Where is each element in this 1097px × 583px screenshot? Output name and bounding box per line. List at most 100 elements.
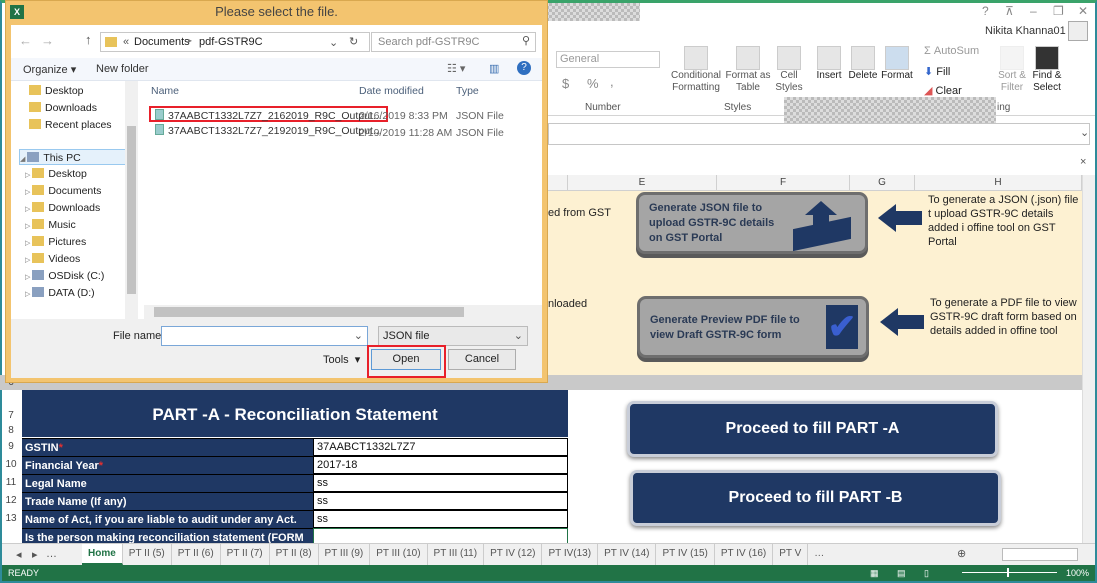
cancel-button[interactable]: Cancel bbox=[448, 349, 516, 370]
expand-icon[interactable]: ▷ bbox=[25, 172, 32, 179]
back-icon[interactable]: ← bbox=[19, 33, 32, 48]
nav-item[interactable]: ▷ Pictures bbox=[25, 234, 86, 250]
cell-styles-button[interactable]: Cell Styles bbox=[772, 46, 806, 94]
avatar[interactable] bbox=[1068, 21, 1088, 41]
nav-item[interactable]: ▷ Downloads bbox=[25, 200, 100, 216]
zoom-level[interactable]: 100% bbox=[1066, 565, 1089, 581]
sheet-tab[interactable]: PT II (8) bbox=[270, 544, 319, 565]
column-name[interactable]: Name bbox=[151, 85, 179, 97]
normal-view-icon[interactable]: ▦ bbox=[870, 565, 879, 581]
expand-icon[interactable]: ▷ bbox=[25, 291, 32, 298]
sheet-tab[interactable]: PT IV(13) bbox=[542, 544, 599, 565]
field-value-cell[interactable]: 2017-18 bbox=[313, 456, 568, 474]
generate-pdf-button[interactable]: Generate Preview PDF file to view Draft … bbox=[637, 296, 869, 358]
expand-formula-icon[interactable]: ⌄ bbox=[1080, 126, 1089, 139]
expand-icon[interactable]: ▷ bbox=[25, 240, 32, 247]
column-header-h[interactable]: H bbox=[915, 175, 1082, 191]
percent-button[interactable]: % bbox=[587, 76, 599, 91]
nav-item[interactable]: Downloads bbox=[29, 100, 97, 116]
nav-item[interactable]: ◢ This PC bbox=[19, 149, 129, 165]
format-button[interactable]: Format bbox=[880, 46, 914, 82]
page-layout-icon[interactable]: ▤ bbox=[897, 565, 906, 581]
sheet-tab[interactable]: PT III (11) bbox=[428, 544, 485, 565]
tab-prev-icon[interactable]: ◂ bbox=[16, 548, 22, 561]
sheet-tab[interactable]: PT II (6) bbox=[172, 544, 221, 565]
row-number[interactable]: 12 bbox=[0, 495, 22, 506]
search-input[interactable]: Search pdf-GSTR9C bbox=[371, 32, 536, 52]
new-folder-button[interactable]: New folder bbox=[96, 63, 149, 75]
breadcrumb-documents[interactable]: Documents bbox=[134, 36, 190, 48]
breadcrumb-folder[interactable]: pdf-GSTR9C bbox=[199, 36, 263, 48]
chevron-down-icon[interactable]: ⌄ bbox=[354, 329, 363, 342]
expand-icon[interactable]: ▷ bbox=[25, 189, 32, 196]
row-number[interactable]: 11 bbox=[0, 477, 22, 488]
chevron-down-icon[interactable]: ⌄ bbox=[329, 36, 338, 49]
row-number[interactable]: 13 bbox=[0, 513, 22, 524]
nav-item[interactable]: ▷ OSDisk (C:) bbox=[25, 268, 104, 284]
expand-icon[interactable]: ▷ bbox=[25, 206, 32, 213]
proceed-part-a-button[interactable]: Proceed to fill PART -A bbox=[627, 401, 998, 457]
comma-button[interactable]: , bbox=[610, 74, 614, 89]
nav-item[interactable]: ▷ Videos bbox=[25, 251, 80, 267]
file-item[interactable]: 37AABCT1332L7Z7_2162019_R9C_Output... bbox=[149, 106, 388, 122]
vertical-scrollbar[interactable] bbox=[1082, 175, 1095, 543]
sheet-tab[interactable]: PT IV (12) bbox=[484, 544, 543, 565]
horizontal-scrollbar[interactable] bbox=[1002, 548, 1078, 561]
nav-item[interactable]: ▷ Desktop bbox=[25, 166, 87, 182]
currency-button[interactable]: $ bbox=[562, 76, 569, 91]
column-date-modified[interactable]: Date modified bbox=[359, 85, 424, 97]
sort-filter-button[interactable]: Sort & Filter bbox=[996, 46, 1028, 94]
format-as-table-button[interactable]: Format as Table bbox=[724, 46, 772, 94]
field-value-cell[interactable]: ss bbox=[313, 492, 568, 510]
fill-button[interactable]: ⬇ Fill bbox=[924, 65, 950, 78]
expand-icon[interactable]: ▷ bbox=[25, 223, 32, 230]
row-number[interactable]: 9 bbox=[0, 441, 22, 452]
delete-button[interactable]: Delete bbox=[847, 46, 879, 82]
nav-scrollbar[interactable] bbox=[125, 81, 138, 319]
row-number[interactable]: 8 bbox=[0, 425, 22, 436]
sheet-tab[interactable]: PT II (5) bbox=[123, 544, 172, 565]
refresh-icon[interactable]: ↻ bbox=[349, 35, 358, 48]
add-sheet-icon[interactable]: ⊕ bbox=[957, 547, 966, 560]
field-value-cell[interactable]: ss bbox=[313, 510, 568, 528]
conditional-formatting-button[interactable]: Conditional Formatting bbox=[670, 46, 722, 94]
ribbon-display-icon[interactable]: ⊼ bbox=[1005, 4, 1014, 18]
field-value-cell[interactable]: 37AABCT1332L7Z7 bbox=[313, 438, 568, 456]
nav-item[interactable]: ▷ DATA (D:) bbox=[25, 285, 95, 301]
zoom-slider-thumb[interactable] bbox=[1007, 568, 1009, 577]
column-type[interactable]: Type bbox=[456, 85, 479, 97]
proceed-part-b-button[interactable]: Proceed to fill PART -B bbox=[630, 470, 1001, 526]
file-list-hscrollbar[interactable] bbox=[144, 305, 542, 319]
sheet-tab[interactable]: Home bbox=[82, 544, 123, 565]
preview-pane-icon[interactable]: ▥ bbox=[489, 62, 499, 75]
number-format-select[interactable]: General bbox=[556, 51, 660, 68]
user-name[interactable]: Nikita Khanna01 bbox=[985, 25, 1066, 37]
sheet-tab[interactable]: PT IV (15) bbox=[656, 544, 715, 565]
tab-more-icon[interactable]: … bbox=[808, 544, 830, 565]
field-value-cell[interactable]: ss bbox=[313, 474, 568, 492]
insert-button[interactable]: Insert bbox=[814, 46, 844, 82]
row-number[interactable]: 7 bbox=[0, 410, 22, 421]
clear-button[interactable]: ◢ Clear bbox=[924, 84, 962, 97]
expand-icon[interactable]: ▷ bbox=[25, 257, 32, 264]
page-break-icon[interactable]: ▯ bbox=[924, 565, 929, 581]
nav-item[interactable]: ▷ Documents bbox=[25, 183, 101, 199]
formula-bar[interactable] bbox=[548, 123, 1090, 145]
open-button[interactable]: Open bbox=[371, 349, 441, 370]
file-item[interactable]: 37AABCT1332L7Z7_2192019_R9C_Output... bbox=[149, 123, 388, 139]
close-icon[interactable]: ✕ bbox=[1078, 4, 1088, 18]
tab-next-icon[interactable]: ▸ bbox=[32, 548, 38, 561]
sheet-tab[interactable]: PT IV (16) bbox=[715, 544, 774, 565]
forward-icon[interactable]: → bbox=[41, 33, 54, 48]
sheet-tab[interactable]: PT V bbox=[773, 544, 809, 565]
find-select-button[interactable]: Find & Select bbox=[1030, 46, 1064, 94]
autosum-button[interactable]: Σ AutoSum bbox=[924, 45, 979, 57]
expanded-icon[interactable]: ◢ bbox=[20, 156, 27, 163]
view-options-icon[interactable]: ☷ ▾ bbox=[447, 62, 465, 75]
help-icon[interactable]: ? bbox=[517, 61, 531, 75]
breadcrumb-overflow[interactable]: « bbox=[123, 36, 129, 48]
generate-json-button[interactable]: Generate JSON file to upload GSTR-9C det… bbox=[636, 192, 868, 254]
sheet-tab[interactable]: PT IV (14) bbox=[598, 544, 657, 565]
column-header[interactable] bbox=[548, 175, 568, 191]
nav-item[interactable]: Desktop bbox=[29, 83, 84, 99]
